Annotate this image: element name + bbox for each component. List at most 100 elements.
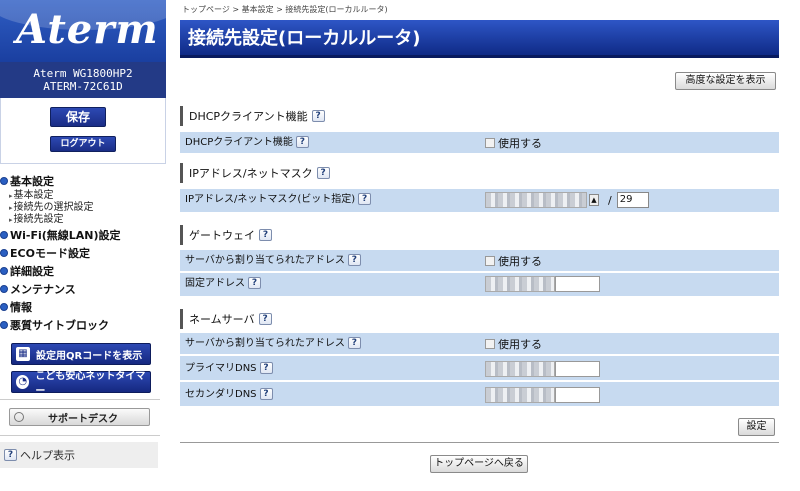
row-label-text: セカンダリDNS xyxy=(185,389,257,400)
menu-label: 基本設定 xyxy=(10,175,54,188)
bullet-icon xyxy=(0,267,8,275)
dhcp-checkbox-group[interactable]: 使用する xyxy=(485,132,542,154)
row-label-text: サーバから割り当てられたアドレス xyxy=(185,338,345,349)
row-label: DHCPクライアント機能? xyxy=(185,132,309,154)
help-icon[interactable]: ? xyxy=(347,254,361,266)
row-label-text: DHCPクライアント機能 xyxy=(185,137,293,148)
bullet-icon xyxy=(0,285,8,293)
menu-maintenance[interactable]: メンテナンス xyxy=(0,280,166,298)
help-icon[interactable]: ? xyxy=(347,337,361,349)
row-label: セカンダリDNS? xyxy=(185,382,273,407)
section-title: DHCPクライアント機能 xyxy=(189,110,308,123)
section-title: IPアドレス/ネットマスク xyxy=(189,167,313,180)
help-toggle[interactable]: ? ヘルプ表示 xyxy=(0,442,158,468)
menu-label: 悪質サイトブロック xyxy=(10,319,109,332)
primary-dns-row: プライマリDNS? xyxy=(180,356,779,381)
help-icon[interactable]: ? xyxy=(259,362,273,374)
row-label: サーバから割り当てられたアドレス? xyxy=(185,333,361,355)
secondary-dns-input[interactable] xyxy=(485,382,600,407)
kids-timer-button[interactable]: ◔ こども安心ネットタイマー xyxy=(11,371,151,397)
section-dns-header: ネームサーバ ? xyxy=(180,309,779,329)
menu-label: 詳細設定 xyxy=(10,265,54,278)
checkbox-label: 使用する xyxy=(498,137,542,150)
main-content: トップページ > 基本設定 > 接続先設定(ローカルルータ) 接続先設定(ローカ… xyxy=(180,0,779,491)
submenu-connection-select[interactable]: 接続先の選択設定 xyxy=(0,202,166,214)
show-advanced-button[interactable]: 高度な設定を表示 xyxy=(675,72,776,90)
device-model: Aterm WG1800HP2 xyxy=(33,67,133,80)
row-label-text: プライマリDNS xyxy=(185,363,257,374)
menu-label: メンテナンス xyxy=(10,283,76,296)
submenu-connection-settings[interactable]: 接続先設定 xyxy=(0,214,166,226)
dhcp-checkbox[interactable] xyxy=(485,138,495,148)
save-button[interactable]: 保存 xyxy=(50,107,106,127)
menu-label: ECOモード設定 xyxy=(10,247,90,260)
bullet-icon xyxy=(0,303,8,311)
section-ip-header: IPアドレス/ネットマスク ? xyxy=(180,163,779,183)
gateway-auto-row: サーバから割り当てられたアドレス? 使用する xyxy=(180,250,779,272)
set-button[interactable]: 設定 xyxy=(738,418,775,436)
help-icon[interactable]: ? xyxy=(311,110,325,122)
menu-basic-settings[interactable]: 基本設定 xyxy=(0,172,166,190)
divider xyxy=(180,442,779,443)
dns-checkbox[interactable] xyxy=(485,339,495,349)
section-title: ネームサーバ xyxy=(189,313,255,326)
help-icon[interactable]: ? xyxy=(316,167,330,179)
help-icon[interactable]: ? xyxy=(248,277,261,289)
menu-malicious-site-block[interactable]: 悪質サイトブロック xyxy=(0,316,166,334)
page-title: 接続先設定(ローカルルータ) xyxy=(180,20,779,58)
divider xyxy=(0,435,160,436)
input-remainder xyxy=(555,360,600,377)
qr-code-button[interactable]: ▦ 設定用QRコードを表示 xyxy=(11,343,151,365)
menu-label: Wi-Fi(無線LAN)設定 xyxy=(10,229,121,242)
dns-checkbox-group[interactable]: 使用する xyxy=(485,333,542,355)
bullet-icon xyxy=(0,249,8,257)
timer-icon: ◔ xyxy=(16,375,30,389)
menu-eco[interactable]: ECOモード設定 xyxy=(0,244,166,262)
secondary-dns-row: セカンダリDNS? xyxy=(180,382,779,407)
section-dhcp-header: DHCPクライアント機能 ? xyxy=(180,106,779,126)
logout-button[interactable]: ログアウト xyxy=(50,136,116,152)
logo-text: Aterm xyxy=(16,6,159,53)
help-icon[interactable]: ? xyxy=(295,136,309,148)
gateway-checkbox[interactable] xyxy=(485,256,495,266)
side-menu: 基本設定 基本設定 接続先の選択設定 接続先設定 Wi-Fi(無線LAN)設定 … xyxy=(0,172,166,334)
help-icon: ? xyxy=(4,449,17,461)
back-to-top-button[interactable]: トップページへ戻る xyxy=(430,455,528,473)
input-remainder xyxy=(555,276,600,292)
menu-detail[interactable]: 詳細設定 xyxy=(0,262,166,280)
section-title: ゲートウェイ xyxy=(189,229,255,242)
help-icon[interactable]: ? xyxy=(358,193,372,205)
menu-info[interactable]: 情報 xyxy=(0,298,166,316)
qr-icon: ▦ xyxy=(16,347,30,361)
gateway-address-input[interactable] xyxy=(485,273,600,295)
control-box: 保存 ログアウト xyxy=(0,98,166,164)
slash: / xyxy=(608,193,612,207)
timer-button-label: こども安心ネットタイマー xyxy=(35,371,146,397)
help-icon[interactable]: ? xyxy=(258,313,272,325)
dhcp-row: DHCPクライアント機能? 使用する xyxy=(180,132,779,154)
menu-wifi[interactable]: Wi-Fi(無線LAN)設定 xyxy=(0,226,166,244)
blurred-value xyxy=(485,360,555,377)
netmask-input[interactable]: 29 xyxy=(616,192,649,208)
gateway-fixed-row: 固定アドレス? xyxy=(180,273,779,297)
bullet-icon xyxy=(0,321,8,329)
primary-dns-input[interactable] xyxy=(485,356,600,381)
checkbox-label: 使用する xyxy=(498,255,542,268)
row-label-text: IPアドレス/ネットマスク(ビット指定) xyxy=(185,194,356,205)
help-icon[interactable]: ? xyxy=(259,229,272,241)
support-button-label: サポートデスク xyxy=(48,413,118,425)
help-label: ヘルプ表示 xyxy=(20,449,75,462)
support-desk-button[interactable]: サポートデスク xyxy=(9,408,150,426)
gateway-checkbox-group[interactable]: 使用する xyxy=(485,250,542,272)
circle-icon xyxy=(14,412,24,422)
row-label: サーバから割り当てられたアドレス? xyxy=(185,250,361,272)
submenu-basic[interactable]: 基本設定 xyxy=(0,190,166,202)
ip-address-input[interactable] xyxy=(485,192,587,208)
ip-input-group: ▲ / 29 xyxy=(485,189,649,211)
bullet-icon xyxy=(0,177,8,185)
help-icon[interactable]: ? xyxy=(259,388,273,400)
spinner-icon[interactable]: ▲ xyxy=(589,194,599,206)
blurred-value xyxy=(485,386,555,403)
device-name: ATERM-72C61D xyxy=(43,80,123,93)
breadcrumb: トップページ > 基本設定 > 接続先設定(ローカルルータ) xyxy=(182,5,388,14)
